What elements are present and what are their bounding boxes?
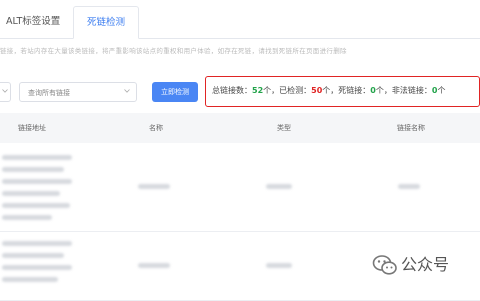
blurred-name-text <box>138 263 170 268</box>
table-header: 链接地址 名称 类型 链接名称 <box>0 113 480 143</box>
column-type: 类型 <box>277 124 291 132</box>
blurred-url-text <box>2 215 52 220</box>
filter-select-partial[interactable] <box>0 82 11 102</box>
column-link-name: 链接名称 <box>397 124 425 132</box>
wechat-watermark: 公众号 <box>372 250 480 280</box>
check-now-button[interactable]: 立即检测 <box>152 82 198 102</box>
column-name: 名称 <box>149 124 163 132</box>
illegal-links-label: 个，非法链接： <box>375 86 432 95</box>
column-link-url: 链接地址 <box>18 124 46 132</box>
blurred-url-text <box>2 167 64 172</box>
tab-bar: ALT标签设置 死链检测 <box>0 0 480 39</box>
watermark-text: 公众号 <box>401 255 450 274</box>
chevron-down-icon <box>124 89 130 93</box>
blurred-url-text <box>2 203 70 208</box>
wechat-icon <box>372 255 397 275</box>
link-filter-select[interactable]: 查询所有链接 <box>19 82 137 102</box>
total-links-value: 52 <box>252 86 264 95</box>
blurred-url-text <box>2 241 72 246</box>
illegal-links-unit: 个 <box>437 86 446 95</box>
link-stats-summary: 总链接数：52个，已检测：50个，死链接：0个，非法链接：0个 <box>205 76 480 107</box>
blurred-url-text <box>2 265 72 270</box>
tab-alt-settings[interactable]: ALT标签设置 <box>6 6 60 37</box>
link-filter-value: 查询所有链接 <box>28 89 70 97</box>
total-links-label: 总链接数： <box>212 86 252 95</box>
chevron-down-icon <box>2 89 8 93</box>
blurred-url-text <box>2 277 58 282</box>
blurred-url-text <box>2 253 64 258</box>
blurred-name-text <box>138 184 170 189</box>
blurred-url-text <box>2 179 72 184</box>
checked-value: 50 <box>311 86 323 95</box>
checked-label: 个，已检测： <box>263 86 312 95</box>
blurred-type-text <box>266 263 292 268</box>
tab-dead-link-check[interactable]: 死链检测 <box>73 6 139 39</box>
blurred-type-text <box>266 184 292 189</box>
blurred-url-text <box>2 191 60 196</box>
table-row <box>0 143 480 232</box>
page-description: 链接，若站内存在大量该类链接，将严重影响该站点的重权和用户体验，如存在死链，请找… <box>0 47 347 55</box>
dead-links-label: 个，死链接： <box>322 86 371 95</box>
blurred-url-text <box>2 155 72 160</box>
blurred-link-name-text <box>398 184 420 189</box>
